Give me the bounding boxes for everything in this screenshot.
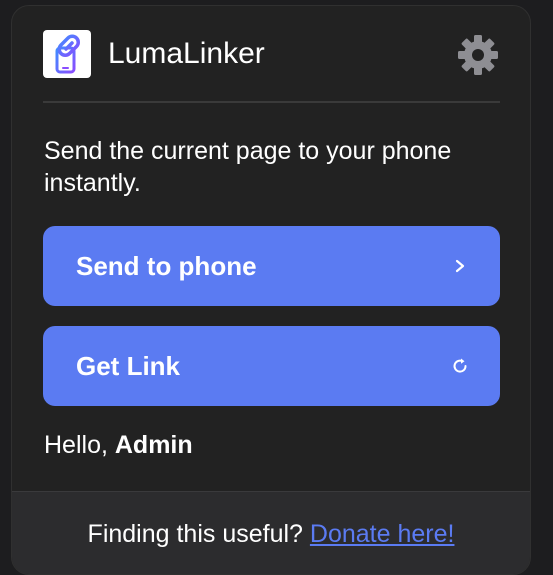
get-link-label: Get Link (76, 351, 181, 381)
gear-icon (458, 35, 498, 75)
refresh-icon (450, 356, 470, 376)
app-logo (43, 30, 91, 78)
greeting-prefix: Hello, (44, 431, 108, 459)
footer: Finding this useful? Donate here! (12, 491, 530, 574)
send-to-phone-button[interactable]: Send to phone (43, 226, 500, 306)
get-link-button[interactable]: Get Link (43, 326, 500, 406)
extension-popup: LumaLinker Send the current page to your (11, 5, 531, 575)
settings-button[interactable] (456, 33, 500, 77)
link-phone-icon (55, 34, 80, 74)
header: LumaLinker (43, 30, 500, 78)
footer-text: Finding this useful? Donate here! (12, 518, 530, 550)
app-title: LumaLinker (108, 37, 265, 70)
donate-link[interactable]: Donate here! (310, 520, 455, 548)
send-to-phone-label: Send to phone (76, 251, 257, 281)
username: Admin (114, 431, 193, 459)
footer-message: Finding this useful? (87, 520, 303, 548)
description-text: Send the current page to your phone inst… (44, 137, 452, 197)
user-greeting: Hello, Admin (44, 429, 193, 461)
header-divider (43, 101, 500, 103)
chevron-right-icon (450, 256, 470, 276)
